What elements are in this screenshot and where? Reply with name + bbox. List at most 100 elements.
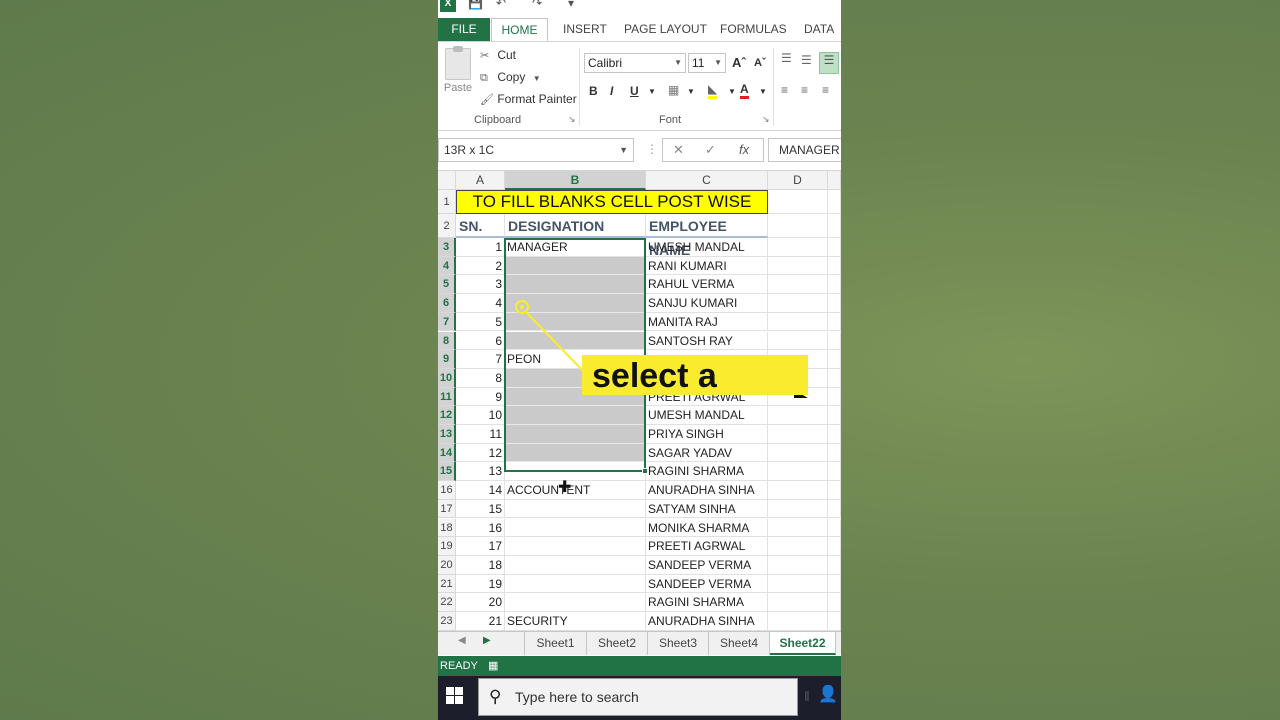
cell-designation[interactable] — [505, 518, 646, 538]
cell[interactable] — [768, 190, 828, 214]
tab-sheet3[interactable]: Sheet3 — [648, 632, 709, 655]
cell-sn[interactable]: 2 — [456, 256, 505, 276]
cell[interactable] — [828, 350, 841, 369]
undo-icon[interactable]: ↶ — [496, 0, 506, 10]
cell-designation[interactable] — [505, 462, 646, 482]
cell-sn[interactable]: 4 — [456, 294, 505, 313]
cell[interactable] — [828, 537, 841, 556]
cell-employee-name[interactable]: PREETI AGRWAL — [646, 537, 768, 556]
cell[interactable] — [768, 406, 828, 425]
align-left-icon[interactable]: ≡ — [781, 83, 788, 97]
tab-data[interactable]: DATA — [804, 18, 834, 41]
format-painter-button[interactable]: 🖌 Format Painter — [480, 92, 577, 106]
row-header[interactable]: 23 — [438, 612, 456, 631]
row-header[interactable]: 13 — [438, 425, 456, 444]
cell-sn[interactable]: 13 — [456, 462, 505, 482]
column-header-e[interactable] — [828, 171, 841, 190]
cell-designation[interactable] — [505, 406, 646, 425]
cell-sn[interactable]: 21 — [456, 612, 505, 631]
cell-sn[interactable]: 9 — [456, 387, 505, 407]
paste-button[interactable]: Paste — [442, 46, 474, 94]
tab-sheet1[interactable]: Sheet1 — [524, 632, 587, 655]
cell-sn[interactable]: 12 — [456, 443, 505, 463]
cell[interactable] — [768, 256, 828, 276]
cell[interactable] — [828, 331, 841, 351]
cell[interactable] — [828, 275, 841, 295]
underline-button[interactable]: U — [630, 84, 639, 98]
cell[interactable] — [768, 574, 828, 594]
tab-insert[interactable]: INSERT — [563, 18, 607, 41]
cell[interactable] — [768, 275, 828, 295]
shrink-font-icon[interactable]: Aˇ — [754, 57, 766, 69]
align-top-icon[interactable]: ☰ — [781, 51, 792, 65]
cell[interactable] — [768, 612, 828, 631]
row-header[interactable]: 8 — [438, 331, 456, 351]
cell[interactable] — [768, 443, 828, 463]
cell-sn[interactable]: 14 — [456, 481, 505, 500]
row-header[interactable]: 16 — [438, 481, 456, 500]
cut-button[interactable]: ✂ Cut — [480, 48, 516, 62]
cell-sn[interactable]: 17 — [456, 537, 505, 556]
row-header[interactable]: 10 — [438, 368, 456, 388]
cell[interactable] — [828, 368, 841, 388]
cell-sn[interactable]: 6 — [456, 331, 505, 351]
cell[interactable] — [828, 214, 841, 238]
taskbar-search-input[interactable]: ⚲ Type here to search — [478, 678, 798, 716]
windows-start-icon[interactable] — [446, 687, 464, 705]
cell[interactable] — [768, 462, 828, 482]
cell[interactable] — [828, 443, 841, 463]
cell[interactable] — [828, 406, 841, 425]
cell-employee-name[interactable]: RAGINI SHARMA — [646, 593, 768, 612]
cell[interactable] — [828, 555, 841, 575]
cell[interactable] — [828, 294, 841, 313]
cell-designation[interactable]: MANAGER — [505, 238, 646, 257]
row-header[interactable]: 9 — [438, 350, 456, 369]
copy-button[interactable]: ⧉ Copy ▼ — [480, 70, 541, 85]
cell-sn[interactable]: 18 — [456, 555, 505, 575]
row-header[interactable]: 19 — [438, 537, 456, 556]
cell-sn[interactable]: 3 — [456, 275, 505, 295]
clipboard-launcher-icon[interactable]: ↘ — [568, 114, 576, 125]
tab-file[interactable]: FILE — [438, 18, 490, 41]
row-header[interactable]: 12 — [438, 406, 456, 425]
cell-sn[interactable]: 10 — [456, 406, 505, 425]
cell-employee-name[interactable]: SANTOSH RAY — [646, 331, 768, 351]
redo-icon[interactable]: ↷ — [532, 0, 542, 10]
cell-employee-name[interactable]: UMESH MANDAL — [646, 406, 768, 425]
cell-designation[interactable] — [505, 275, 646, 295]
tab-sheet4[interactable]: Sheet4 — [709, 632, 770, 655]
cell-sn[interactable]: 1 — [456, 238, 505, 257]
bold-button[interactable]: B — [589, 84, 598, 98]
cell-sn[interactable]: 19 — [456, 574, 505, 594]
font-name-select[interactable]: Calibri ▼ — [584, 53, 686, 73]
tab-formulas[interactable]: FORMULAS — [720, 18, 787, 41]
cell[interactable] — [828, 574, 841, 594]
cell-employee-name[interactable]: RAHUL VERMA — [646, 275, 768, 295]
cell[interactable] — [768, 294, 828, 313]
cell-employee-name[interactable]: SANDEEP VERMA — [646, 574, 768, 594]
enter-icon[interactable]: ✓ — [705, 142, 716, 158]
column-header-c[interactable]: C — [646, 171, 768, 190]
cell[interactable] — [768, 499, 828, 519]
italic-button[interactable]: I — [610, 84, 613, 98]
cell[interactable] — [828, 481, 841, 500]
cell-employee-name[interactable]: SANJU KUMARI — [646, 294, 768, 313]
cancel-icon[interactable]: ✕ — [673, 142, 684, 158]
cell[interactable] — [828, 518, 841, 538]
font-color-dropdown-icon[interactable]: ▼ — [759, 87, 767, 96]
row-header[interactable]: 6 — [438, 294, 456, 313]
cell[interactable] — [828, 499, 841, 519]
cell[interactable] — [768, 555, 828, 575]
cell[interactable] — [768, 518, 828, 538]
cell-designation[interactable] — [505, 555, 646, 575]
cell[interactable] — [828, 612, 841, 631]
row-header[interactable]: 3 — [438, 238, 456, 257]
grow-font-icon[interactable]: Aˆ — [732, 55, 746, 70]
cell-designation[interactable]: ACCOUNTENT — [505, 481, 646, 500]
insert-function-icon[interactable]: fx — [739, 142, 749, 157]
row-header[interactable]: 17 — [438, 499, 456, 519]
cell[interactable] — [828, 238, 841, 257]
align-center-icon[interactable]: ≡ — [801, 83, 808, 97]
cell-sn[interactable]: 16 — [456, 518, 505, 538]
row-header[interactable]: 22 — [438, 593, 456, 612]
